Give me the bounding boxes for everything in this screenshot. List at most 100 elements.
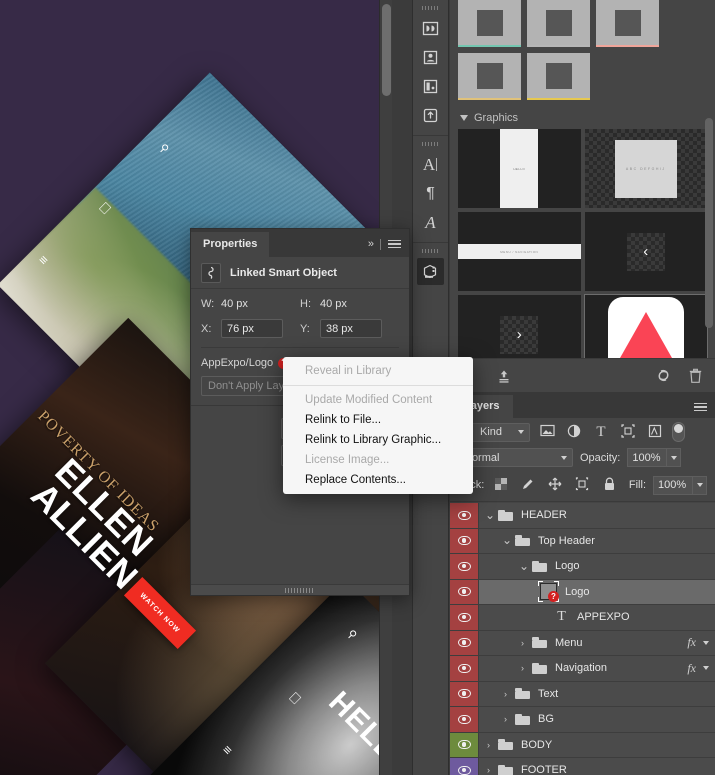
layer-visibility-toggle[interactable] <box>450 630 479 655</box>
chevron-down-icon[interactable] <box>703 666 709 671</box>
smart-object-context-menu[interactable]: Reveal in Library Update Modified Content… <box>283 357 473 494</box>
trash-icon[interactable] <box>688 368 703 384</box>
adjustments-icon[interactable] <box>417 44 444 71</box>
blend-mode-select[interactable]: Normal <box>458 448 573 467</box>
fill-value[interactable]: 100% <box>653 475 693 495</box>
lock-transparent-pixels-icon[interactable] <box>491 477 511 493</box>
filter-type-icon[interactable]: T <box>591 424 611 441</box>
lock-image-pixels-icon[interactable] <box>518 477 538 494</box>
opacity-value[interactable]: 100% <box>627 448 668 467</box>
filter-smart-object-icon[interactable] <box>645 424 665 441</box>
layer-visibility-toggle[interactable] <box>450 758 479 775</box>
glyphs-icon[interactable]: A <box>417 209 444 236</box>
chevron-right-icon[interactable]: › <box>502 689 509 699</box>
double-chevron-right-icon[interactable]: » <box>368 238 374 250</box>
scrollbar-thumb[interactable] <box>705 118 713 328</box>
layer-row[interactable]: › BG <box>450 707 715 733</box>
panel-resize-grip[interactable] <box>191 584 409 595</box>
context-menu-item[interactable]: Relink to File... <box>283 410 473 430</box>
libraries-icon[interactable] <box>417 15 444 42</box>
lock-artboard-nesting-icon[interactable] <box>572 476 592 494</box>
paragraph-icon[interactable]: ¶ <box>417 180 444 207</box>
graphic-card-white[interactable]: HELLO <box>458 129 581 208</box>
layer-visibility-toggle[interactable] <box>450 503 479 528</box>
graphic-bar-white[interactable]: MENU / NAVIGATION <box>458 212 581 291</box>
libraries-footer <box>450 358 715 392</box>
panel-menu-icon[interactable] <box>694 402 707 419</box>
upload-to-library-icon[interactable] <box>496 368 512 384</box>
lock-all-icon[interactable] <box>599 477 619 494</box>
layer-row[interactable]: › Text <box>450 681 715 707</box>
layer-visibility-toggle[interactable] <box>450 554 479 579</box>
folder-icon <box>498 764 513 775</box>
layer-visibility-toggle[interactable] <box>450 707 479 732</box>
context-menu-item[interactable]: Replace Contents... <box>283 470 473 490</box>
chevron-right-icon[interactable]: › <box>485 740 492 750</box>
layer-row[interactable]: › BODY <box>450 732 715 758</box>
properties-icon[interactable] <box>417 73 444 100</box>
layer-row[interactable]: › Menu fx <box>450 630 715 656</box>
filter-adjustment-icon[interactable] <box>564 424 584 441</box>
chevron-right-icon[interactable]: › <box>502 714 509 724</box>
layer-row[interactable]: › FOOTER <box>450 758 715 775</box>
fx-icon[interactable]: fx <box>687 635 696 650</box>
scrollbar-thumb[interactable] <box>382 4 391 96</box>
library-asset-thumbnail[interactable] <box>458 0 521 47</box>
opacity-stepper[interactable]: 100% <box>627 448 682 467</box>
chevron-down-icon[interactable]: ⌄ <box>485 508 495 520</box>
layer-row[interactable]: ? Logo <box>450 579 715 605</box>
layer-visibility-toggle[interactable] <box>450 656 479 681</box>
filter-pixel-icon[interactable] <box>537 424 557 440</box>
chevron-down-icon[interactable]: ⌄ <box>519 559 529 571</box>
libraries-scroll-body[interactable]: Graphics HELLO ABC DEFGHIJ MENU / NAVIGA… <box>450 0 715 358</box>
chevron-down-icon[interactable] <box>703 640 709 645</box>
layer-visibility-toggle[interactable] <box>450 732 479 757</box>
filter-enable-toggle[interactable] <box>672 422 685 442</box>
libraries-vertical-scrollbar[interactable] <box>705 118 713 348</box>
dock-grip[interactable] <box>421 249 440 253</box>
dock-grip[interactable] <box>421 6 440 10</box>
panel-menu-icon[interactable] <box>388 239 401 249</box>
fill-stepper[interactable]: 100% <box>653 475 707 495</box>
export-icon[interactable] <box>417 102 444 129</box>
library-asset-thumbnail[interactable] <box>527 0 590 47</box>
library-asset-thumbnail[interactable] <box>596 0 659 47</box>
x-input[interactable]: 76 px <box>221 319 283 338</box>
creative-cloud-icon[interactable] <box>655 367 672 384</box>
graphic-box-transparent[interactable]: ABC DEFGHIJ <box>584 129 707 208</box>
smart-object-thumbnail[interactable]: ? <box>538 581 559 603</box>
character-icon[interactable]: A | <box>417 151 444 178</box>
layer-row[interactable]: T APPEXPO <box>450 605 715 631</box>
layer-row[interactable]: ⌄ HEADER <box>450 503 715 529</box>
chevron-right-icon[interactable]: › <box>485 765 492 775</box>
chevron-right-icon[interactable]: › <box>519 638 526 648</box>
layer-row-content: › Menu fx <box>479 631 715 656</box>
library-asset-thumbnail[interactable] <box>527 53 590 100</box>
y-input[interactable]: 38 px <box>320 319 382 338</box>
graphic-triangle-logo[interactable] <box>583 294 708 358</box>
layer-row[interactable]: ⌄ Top Header <box>450 528 715 554</box>
layer-row[interactable]: › Navigation fx <box>450 656 715 682</box>
layer-list[interactable]: ⌄ HEADER ⌄ Top Header ⌄ Logo? Logo T APPEXPO › Men… <box>450 503 715 775</box>
context-menu-item[interactable]: Relink to Library Graphic... <box>283 430 473 450</box>
layer-visibility-toggle[interactable] <box>450 605 479 630</box>
layer-visibility-toggle[interactable] <box>450 681 479 706</box>
chevron-right-icon: › <box>500 315 539 354</box>
graphics-section-header[interactable]: Graphics <box>450 106 715 129</box>
chevron-down-icon[interactable] <box>667 448 682 467</box>
layer-visibility-toggle[interactable] <box>450 528 479 553</box>
dock-grip[interactable] <box>421 142 440 146</box>
lock-position-icon[interactable] <box>545 477 565 494</box>
filter-shape-icon[interactable] <box>618 423 638 441</box>
chevron-down-icon[interactable]: ⌄ <box>502 534 512 546</box>
layer-visibility-toggle[interactable] <box>450 579 479 604</box>
tab-properties[interactable]: Properties <box>191 232 270 257</box>
library-asset-thumbnail[interactable] <box>458 53 521 100</box>
graphic-chevron-right[interactable]: › <box>458 295 581 358</box>
chevron-down-icon[interactable] <box>693 475 707 495</box>
fx-icon[interactable]: fx <box>687 661 696 676</box>
graphic-chevron-left[interactable]: ‹ <box>584 212 707 291</box>
chevron-right-icon[interactable]: › <box>519 663 526 673</box>
layer-row[interactable]: ⌄ Logo <box>450 554 715 580</box>
libraries-panel-icon[interactable] <box>417 258 444 285</box>
